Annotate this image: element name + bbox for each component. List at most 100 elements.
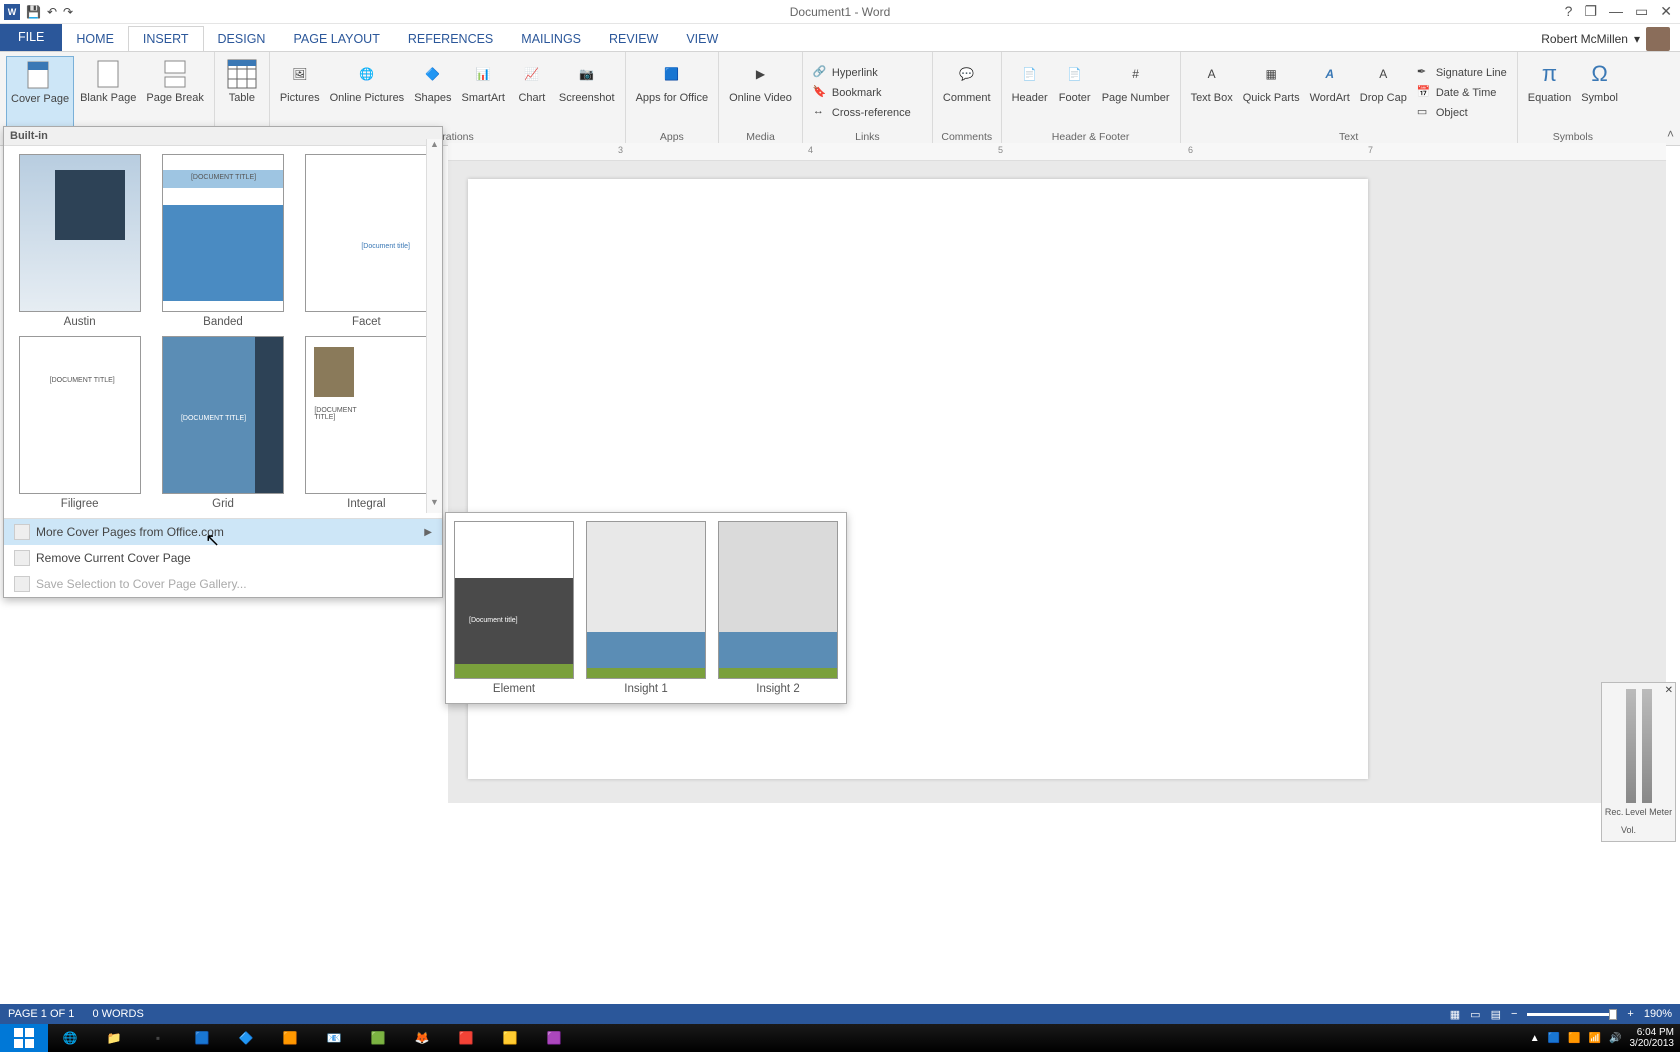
bookmark-button[interactable]: 🔖Bookmark [809, 83, 926, 103]
close-button[interactable]: ✕ [1660, 3, 1672, 20]
horizontal-ruler[interactable]: 3 4 5 6 7 [448, 143, 1666, 161]
smartart-button[interactable]: 📊SmartArt [458, 56, 509, 129]
taskbar-app4[interactable]: 🟥 [444, 1024, 488, 1052]
web-layout-icon[interactable]: ▤ [1491, 1008, 1501, 1021]
video-icon: ▶ [745, 58, 777, 90]
page-number-button[interactable]: #Page Number [1098, 56, 1174, 129]
document-area: 3 4 5 6 7 [448, 143, 1666, 803]
tab-mailings[interactable]: MAILINGS [507, 27, 595, 51]
tab-insert[interactable]: INSERT [128, 26, 204, 51]
chart-button[interactable]: 📈Chart [511, 56, 553, 129]
object-icon: ▭ [1417, 105, 1433, 121]
print-layout-icon[interactable]: ▭ [1470, 1008, 1480, 1021]
tab-home[interactable]: HOME [62, 27, 128, 51]
screenshot-button[interactable]: 📷Screenshot [555, 56, 619, 129]
drop-cap-button[interactable]: ADrop Cap [1356, 56, 1411, 129]
start-button[interactable] [0, 1024, 48, 1052]
textbox-icon: A [1196, 58, 1228, 90]
taskbar-ie[interactable]: 🌐 [48, 1024, 92, 1052]
gallery-item-integral[interactable]: [DOCUMENTTITLE]Integral [299, 336, 434, 510]
shapes-button[interactable]: 🔷Shapes [410, 56, 455, 129]
tab-design[interactable]: DESIGN [204, 27, 280, 51]
user-area[interactable]: Robert McMillen ▾ [1541, 27, 1680, 51]
more-cover-pages-item[interactable]: More Cover Pages from Office.com▶ [4, 519, 442, 545]
wordart-button[interactable]: AWordArt [1306, 56, 1354, 129]
online-video-button[interactable]: ▶Online Video [725, 56, 796, 129]
header-button[interactable]: 📄Header [1008, 56, 1052, 129]
taskbar-onenote[interactable]: 🟪 [532, 1024, 576, 1052]
tray-network-icon[interactable]: 📶 [1589, 1033, 1601, 1044]
undo-icon[interactable]: ↶ [47, 5, 57, 19]
gallery-item-banded[interactable]: [DOCUMENT TITLE]Banded [155, 154, 290, 328]
apps-button[interactable]: 🟦Apps for Office [632, 56, 713, 129]
tab-page-layout[interactable]: PAGE LAYOUT [279, 27, 393, 51]
quick-parts-button[interactable]: ▦Quick Parts [1239, 56, 1304, 129]
tray-volume-icon[interactable]: 🔊 [1609, 1033, 1621, 1044]
gallery-item-grid[interactable]: [DOCUMENT TITLE]Grid [155, 336, 290, 510]
flyout-item-insight-1[interactable]: [Document title]Insight 1 [586, 521, 706, 695]
tab-view[interactable]: VIEW [672, 27, 732, 51]
word-count[interactable]: 0 WORDS [92, 1008, 143, 1020]
taskbar-app2[interactable]: 🔷 [224, 1024, 268, 1052]
zoom-slider[interactable] [1527, 1013, 1617, 1016]
equation-button[interactable]: πEquation [1524, 56, 1575, 129]
gallery-scrollbar[interactable]: ▲▼ [426, 139, 442, 513]
crossref-icon: ↔ [813, 105, 829, 121]
pictures-icon: 🖼 [284, 58, 316, 90]
taskbar-app3[interactable]: 🟧 [268, 1024, 312, 1052]
tray-icon[interactable]: ▲ [1530, 1033, 1540, 1044]
online-pictures-button[interactable]: 🌐Online Pictures [326, 56, 409, 129]
taskbar-explorer[interactable]: 📁 [92, 1024, 136, 1052]
taskbar-app1[interactable]: 🟦 [180, 1024, 224, 1052]
text-box-button[interactable]: AText Box [1187, 56, 1237, 129]
taskbar-terminal[interactable]: ▪ [136, 1024, 180, 1052]
widget-close-icon[interactable]: ✕ [1665, 685, 1673, 696]
table-icon [226, 58, 258, 90]
save-icon[interactable]: 💾 [26, 5, 41, 19]
zoom-in-button[interactable]: + [1627, 1008, 1633, 1020]
comment-button[interactable]: 💬Comment [939, 56, 995, 129]
gallery-item-filigree[interactable]: [DOCUMENT TITLE]Filigree [12, 336, 147, 510]
zoom-level[interactable]: 190% [1644, 1008, 1672, 1020]
gallery-item-facet[interactable]: [Document title]Facet [299, 154, 434, 328]
taskbar-clock[interactable]: 6:04 PM 3/20/2013 [1630, 1027, 1675, 1049]
footer-button[interactable]: 📄Footer [1054, 56, 1096, 129]
table-button[interactable]: Table [221, 56, 263, 129]
read-mode-icon[interactable]: ▦ [1450, 1008, 1460, 1021]
group-apps: 🟦Apps for Office Apps [626, 52, 720, 145]
maximize-button[interactable]: ▭ [1635, 3, 1648, 20]
flyout-item-element[interactable]: [Document title]Element [454, 521, 574, 695]
gallery-header: Built-in [4, 127, 442, 146]
flyout-item-insight-2[interactable]: [Document title]Insight 2 [718, 521, 838, 695]
redo-icon[interactable]: ↷ [63, 5, 73, 19]
object-button[interactable]: ▭Object [1413, 103, 1511, 123]
taskbar-outlook[interactable]: 📧 [312, 1024, 356, 1052]
remove-cover-page-item[interactable]: Remove Current Cover Page [4, 545, 442, 571]
comment-icon: 💬 [951, 58, 983, 90]
symbol-button[interactable]: ΩSymbol [1577, 56, 1622, 129]
ribbon-display-button[interactable]: ❐ [1584, 3, 1597, 20]
rec-vol-meter-widget[interactable]: ✕ Rec. Level Meter Vol. [1601, 682, 1676, 842]
page-indicator[interactable]: PAGE 1 OF 1 [8, 1008, 74, 1020]
dropcap-icon: A [1367, 58, 1399, 90]
taskbar-firefox[interactable]: 🦊 [400, 1024, 444, 1052]
signature-line-button[interactable]: ✒Signature Line [1413, 63, 1511, 83]
tray-icon[interactable]: 🟧 [1568, 1033, 1580, 1044]
pictures-button[interactable]: 🖼Pictures [276, 56, 324, 129]
taskbar-excel[interactable]: 🟩 [356, 1024, 400, 1052]
tab-references[interactable]: REFERENCES [394, 27, 507, 51]
tab-review[interactable]: REVIEW [595, 27, 672, 51]
taskbar-app5[interactable]: 🟨 [488, 1024, 532, 1052]
cross-reference-button[interactable]: ↔Cross-reference [809, 103, 926, 123]
screenshot-icon: 📷 [571, 58, 603, 90]
date-time-button[interactable]: 📅Date & Time [1413, 83, 1511, 103]
equation-icon: π [1534, 58, 1566, 90]
collapse-ribbon-button[interactable]: ˄ [1667, 127, 1674, 141]
tray-icon[interactable]: 🟦 [1548, 1033, 1560, 1044]
zoom-out-button[interactable]: − [1511, 1008, 1517, 1020]
hyperlink-button[interactable]: 🔗Hyperlink [809, 63, 926, 83]
tab-file[interactable]: FILE [0, 23, 62, 51]
minimize-button[interactable]: — [1609, 3, 1623, 20]
gallery-item-austin[interactable]: [Documenttitle]Austin [12, 154, 147, 328]
help-button[interactable]: ? [1565, 3, 1573, 20]
